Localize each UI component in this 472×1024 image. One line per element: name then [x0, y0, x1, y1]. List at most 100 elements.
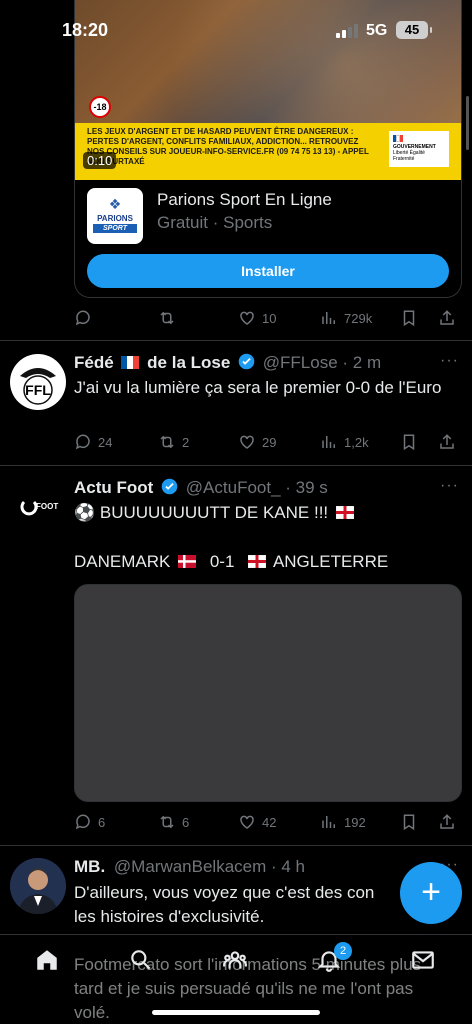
denmark-flag-icon — [178, 555, 197, 568]
retweet-icon — [160, 311, 174, 325]
share-button[interactable] — [438, 306, 456, 330]
notifications-badge: 2 — [334, 942, 352, 960]
reply-button[interactable]: 24 — [74, 430, 112, 454]
signal-icon — [336, 24, 358, 38]
retweet-icon — [160, 435, 174, 449]
more-options-icon[interactable]: ··· — [440, 352, 459, 370]
avatar-ffl[interactable]: FFL — [10, 354, 66, 410]
tweet-text-line: Footmercato sort l'informations 5 minute… — [74, 955, 422, 974]
divider — [0, 340, 472, 341]
team-denmark: DANEMARK — [74, 552, 171, 571]
tweet-action-bar: 24 2 29 1,2k — [74, 430, 464, 454]
bookmark-button[interactable] — [400, 810, 418, 834]
views-button[interactable]: 192 — [320, 810, 366, 834]
like-count: 10 — [262, 310, 277, 326]
reply-icon — [75, 814, 90, 830]
gambling-warning-banner: LES JEUX D'ARGENT ET DE HASARD PEUVENT Ê… — [75, 123, 461, 180]
reply-count: 6 — [98, 814, 106, 830]
england-flag-icon — [248, 555, 267, 568]
ad-app-info[interactable]: ❖ PARIONS SPORT Parions Sport En Ligne G… — [87, 188, 447, 244]
like-button[interactable]: 10 — [238, 306, 276, 330]
tweet-text: ⚽ BUUUUUUUUTT DE KANE !!! — [74, 501, 458, 525]
compose-tweet-button[interactable]: + — [400, 862, 462, 924]
reply-button[interactable] — [74, 306, 92, 330]
share-icon — [440, 310, 454, 325]
divider — [0, 845, 472, 846]
heart-icon — [240, 815, 254, 829]
logo-text-top: PARIONS — [97, 214, 133, 223]
avatar-actufoot[interactable]: FOOT — [10, 480, 66, 536]
age-restriction-badge: -18 — [89, 96, 111, 118]
reply-icon — [75, 434, 90, 450]
share-icon — [440, 814, 454, 829]
author-handle[interactable]: @ActuFoot_ · 39 s — [186, 478, 328, 497]
verified-icon — [161, 478, 178, 495]
bookmark-button[interactable] — [400, 306, 418, 330]
france-flag-icon — [121, 356, 140, 369]
like-count: 29 — [262, 434, 277, 450]
ad-action-bar: 10 729k — [74, 306, 464, 330]
like-button[interactable]: 42 — [238, 810, 276, 834]
heart-icon — [240, 311, 254, 325]
views-button[interactable]: 1,2k — [320, 430, 369, 454]
tweet-media[interactable] — [74, 584, 462, 802]
view-count: 192 — [344, 814, 366, 830]
retweet-button[interactable]: 2 — [158, 430, 189, 454]
parions-sport-logo: ❖ PARIONS SPORT — [87, 188, 143, 244]
install-button[interactable]: Installer — [87, 254, 449, 288]
tweet-text: J'ai vu la lumière ça sera le premier 0-… — [74, 378, 442, 397]
divider — [0, 465, 472, 466]
tweet-score-line: DANEMARK 0-1 ANGLETERRE — [74, 550, 458, 574]
author-name[interactable]: MB. — [74, 857, 105, 876]
government-motto: Liberté Égalité Fraternité — [393, 150, 425, 162]
retweet-button[interactable] — [158, 306, 176, 330]
gambling-warning-text: LES JEUX D'ARGENT ET DE HASARD PEUVENT Ê… — [87, 127, 369, 166]
share-button[interactable] — [438, 430, 456, 454]
nav-home[interactable] — [34, 947, 60, 973]
views-icon — [322, 816, 335, 828]
home-indicator[interactable] — [152, 1010, 320, 1015]
view-count: 729k — [344, 310, 373, 326]
view-count: 1,2k — [344, 434, 369, 450]
tweet-action-bar: 6 6 42 192 — [74, 810, 464, 834]
verified-icon — [238, 353, 255, 370]
battery-icon: 45 — [396, 21, 432, 39]
ad-app-meta: Gratuit · Sports — [157, 213, 273, 232]
england-flag-icon — [335, 506, 354, 519]
author-name-suffix[interactable]: de la Lose — [147, 353, 230, 372]
retweet-icon — [160, 815, 174, 829]
retweet-button[interactable]: 6 — [158, 810, 189, 834]
government-logo: GOUVERNEMENT Liberté Égalité Fraternité — [389, 131, 449, 167]
author-handle[interactable]: @FFLose · 2 m — [263, 353, 381, 372]
more-options-icon[interactable]: ··· — [440, 477, 459, 495]
tweet-text-line: tard et je suis persuadé qu'ils ne me l'… — [74, 979, 414, 998]
share-button[interactable] — [438, 810, 456, 834]
tweet-text-line: ⚽ BUUUUUUUUTT DE KANE !!! — [74, 503, 329, 522]
author-name[interactable]: Actu Foot — [74, 478, 153, 497]
tweet-header[interactable]: Actu Foot @ActuFoot_ · 39 s — [74, 478, 328, 500]
tweet-header[interactable]: Fédé de la Lose @FFLose · 2 m — [74, 353, 381, 375]
author-handle[interactable]: @MarwanBelkacem · 4 h — [114, 857, 305, 876]
status-time: 18:20 — [62, 20, 109, 40]
reply-button[interactable]: 6 — [74, 810, 105, 834]
match-score: 0-1 — [209, 552, 235, 571]
reply-icon — [75, 310, 90, 326]
logo-text-bottom: SPORT — [93, 224, 137, 233]
bookmark-icon — [403, 434, 415, 451]
network-type: 5G — [366, 22, 388, 39]
views-button[interactable]: 729k — [320, 306, 372, 330]
like-count: 42 — [262, 814, 277, 830]
author-name[interactable]: Fédé — [74, 353, 114, 372]
bookmark-button[interactable] — [400, 430, 418, 454]
scrollbar[interactable] — [466, 96, 469, 150]
video-duration: 0:10 — [83, 152, 117, 169]
status-bar: 18:20 5G 45 — [0, 0, 472, 60]
share-icon — [440, 434, 454, 449]
tweet-header[interactable]: MB. @MarwanBelkacem · 4 h — [74, 857, 305, 879]
like-button[interactable]: 29 — [238, 430, 276, 454]
avatar-ffl-text: FFL — [25, 382, 51, 398]
avatar-mb[interactable] — [10, 858, 66, 914]
ad-app-name: Parions Sport En Ligne — [157, 190, 332, 209]
heart-icon — [240, 435, 254, 449]
person-avatar-icon — [10, 858, 66, 914]
